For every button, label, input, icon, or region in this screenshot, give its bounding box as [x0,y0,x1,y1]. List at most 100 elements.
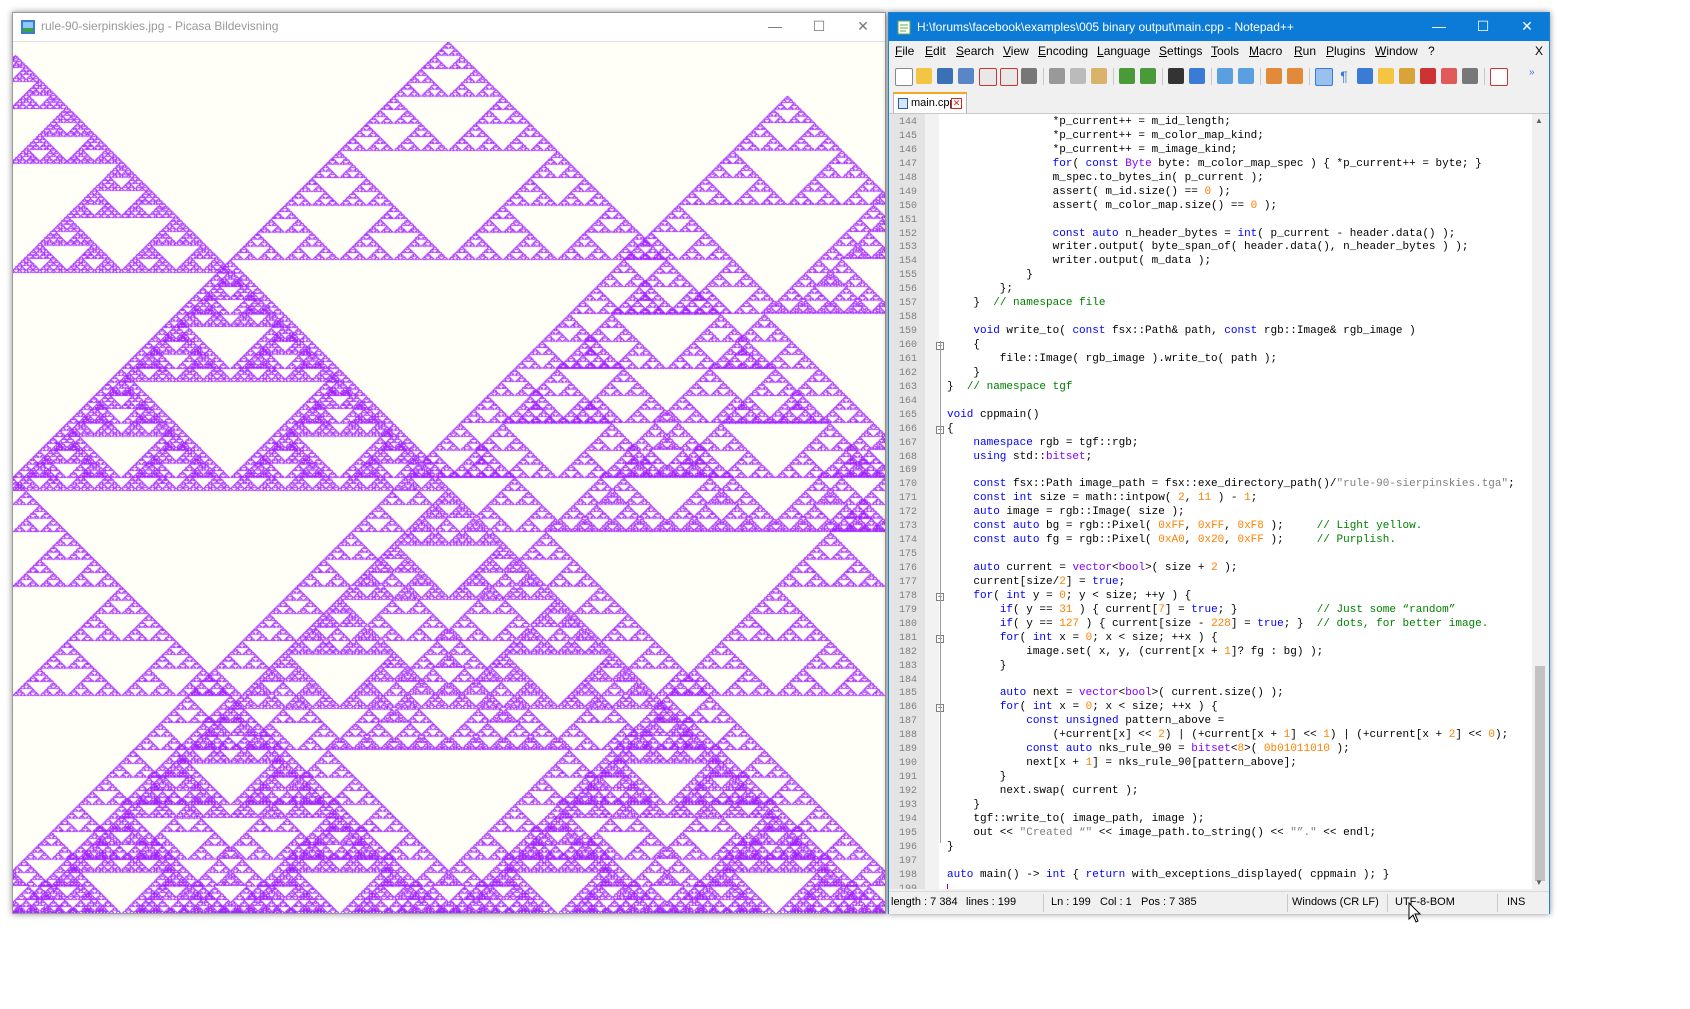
menu-plugins[interactable]: Plugins [1326,44,1365,58]
menu-encoding[interactable]: Encoding [1038,44,1088,58]
open-file-icon[interactable] [916,68,932,84]
scroll-down-arrow[interactable]: ▼ [1535,878,1543,887]
menu-run[interactable]: Run [1294,44,1316,58]
code-line[interactable]: 156 }; [889,283,1532,297]
code-line[interactable]: 172 auto image = rgb::Image( size ); [889,506,1532,520]
code-line[interactable]: 189 const auto nks_rule_90 = bitset<8>( … [889,743,1532,757]
code-line[interactable]: 162 } [889,367,1532,381]
find-icon[interactable] [1168,68,1184,84]
minimize-button[interactable]: — [1417,13,1461,41]
zoom-in-icon[interactable] [1217,68,1233,84]
code-line[interactable]: 151 [889,214,1532,228]
code-line[interactable]: 178− for( int y = 0; y < size; ++y ) { [889,590,1532,604]
code-line[interactable]: 194 tgf::write_to( image_path, image ); [889,813,1532,827]
scroll-up-arrow[interactable]: ▲ [1535,116,1543,125]
code-line[interactable]: 152 const auto n_header_bytes = int( p_c… [889,228,1532,242]
code-line[interactable]: 150 assert( m_color_map.size() == 0 ); [889,200,1532,214]
new-file-icon[interactable] [895,68,913,86]
code-line[interactable]: 182 image.set( x, y, (current[x + 1]? fg… [889,646,1532,660]
code-line[interactable]: 160− { [889,339,1532,353]
replace-icon[interactable] [1189,68,1205,84]
code-line[interactable]: 168 using std::bitset; [889,451,1532,465]
save-icon[interactable] [937,68,953,84]
copy-icon[interactable] [1070,68,1086,84]
code-line[interactable]: 190 next[x + 1] = nks_rule_90[pattern_ab… [889,757,1532,771]
code-line[interactable]: 187 const unsigned pattern_above = [889,715,1532,729]
code-line[interactable]: 193 } [889,799,1532,813]
code-line[interactable]: 188 (+current[x] << 2) | (+current[x + 1… [889,729,1532,743]
code-line[interactable]: 191 } [889,771,1532,785]
scrollbar-thumb[interactable] [1535,666,1545,881]
code-line[interactable]: 145 *p_current++ = m_color_map_kind; [889,130,1532,144]
menu-edit[interactable]: Edit [925,44,946,58]
indent-guide-icon[interactable] [1357,68,1373,84]
notepadpp-titlebar[interactable]: H:\forums\facebook\examples\005 binary o… [889,13,1549,41]
menu-search[interactable]: Search [956,44,994,58]
tab-close-icon[interactable]: ✕ [951,98,962,109]
code-editor[interactable]: 144 *p_current++ = m_id_length; 145 *p_cu… [889,114,1532,889]
code-line[interactable]: 163} // namespace tgf [889,381,1532,395]
code-line[interactable]: 148 m_spec.to_bytes_in( p_current ); [889,172,1532,186]
code-line[interactable]: 180 if( y == 127 ) { current[size - 228]… [889,618,1532,632]
close-icon[interactable] [979,68,997,86]
code-line[interactable]: 192 next.swap( current ); [889,785,1532,799]
code-line[interactable]: 170 const fsx::Path image_path = fsx::ex… [889,478,1532,492]
code-line[interactable]: 157 } // namespace file [889,297,1532,311]
code-line[interactable]: 176 auto current = vector<bool>( size + … [889,562,1532,576]
close-button[interactable]: ✕ [1505,13,1549,41]
code-line[interactable]: 154 writer.output( m_data ); [889,255,1532,269]
status-eol[interactable]: Windows (CR LF) [1292,896,1379,908]
record-macro-icon[interactable] [1490,68,1508,86]
code-line[interactable]: 165 void cppmain() [889,409,1532,423]
code-line[interactable]: 179 if( y == 31 ) { current[7] = true; }… [889,604,1532,618]
code-line[interactable]: 174 const auto fg = rgb::Pixel( 0xA0, 0x… [889,534,1532,548]
save-all-icon[interactable] [958,68,974,84]
toolbar-overflow-icon[interactable]: » [1529,68,1539,84]
zoom-out-icon[interactable] [1238,68,1254,84]
close-all-icon[interactable] [1000,68,1018,86]
redo-icon[interactable] [1140,68,1156,84]
cut-icon[interactable] [1049,68,1065,84]
paste-icon[interactable] [1091,68,1107,84]
print-icon[interactable] [1021,68,1037,84]
code-line[interactable]: 158 [889,311,1532,325]
code-line[interactable]: 173 const auto bg = rgb::Pixel( 0xFF, 0x… [889,520,1532,534]
code-line[interactable]: 146 *p_current++ = m_image_kind; [889,144,1532,158]
undo-icon[interactable] [1119,68,1135,84]
menu-view[interactable]: View [1003,44,1029,58]
menu-settings[interactable]: Settings [1159,44,1202,58]
sierpinski-image[interactable] [13,42,885,913]
code-line[interactable]: 184 [889,674,1532,688]
code-line[interactable]: 147 for( const Byte byte: m_color_map_sp… [889,158,1532,172]
close-button[interactable]: ✕ [841,13,885,41]
menu-language[interactable]: Language [1097,44,1150,58]
menu-window[interactable]: Window [1375,44,1418,58]
doc-map-icon[interactable] [1399,68,1415,84]
function-list-icon[interactable] [1420,68,1436,84]
monitoring-icon[interactable] [1462,68,1478,84]
maximize-button[interactable]: ☐ [797,13,841,41]
code-line[interactable]: 166−{ [889,423,1532,437]
tab-main-cpp[interactable]: main.cpp ✕ [893,92,967,113]
maximize-button[interactable]: ☐ [1461,13,1505,41]
code-line[interactable]: 159 void write_to( const fsx::Path& path… [889,325,1532,339]
folder-workspace-icon[interactable] [1441,68,1457,84]
code-line[interactable]: 199 [889,883,1532,889]
code-line[interactable]: 169 [889,464,1532,478]
code-line[interactable]: 183 } [889,660,1532,674]
show-all-chars-icon[interactable]: ¶ [1336,68,1352,84]
code-line[interactable]: 153 writer.output( byte_span_of( header.… [889,241,1532,255]
code-line[interactable]: 149 assert( m_id.size() == 0 ); [889,186,1532,200]
code-line[interactable]: 144 *p_current++ = m_id_length; [889,116,1532,130]
code-line[interactable]: 197 [889,855,1532,869]
word-wrap-icon[interactable] [1315,68,1333,86]
code-line[interactable]: 155 } [889,269,1532,283]
vertical-scrollbar[interactable]: ▲ ▼ [1532,114,1549,889]
code-line[interactable]: 196} [889,841,1532,855]
code-line[interactable]: 167 namespace rgb = tgf::rgb; [889,437,1532,451]
status-encoding[interactable]: UTF-8-BOM [1395,896,1455,908]
code-line[interactable]: 198 auto main() -> int { return with_exce… [889,869,1532,883]
status-insert-mode[interactable]: INS [1507,896,1525,908]
sync-horizontal-icon[interactable] [1287,68,1303,84]
menu-macro[interactable]: Macro [1249,44,1282,58]
